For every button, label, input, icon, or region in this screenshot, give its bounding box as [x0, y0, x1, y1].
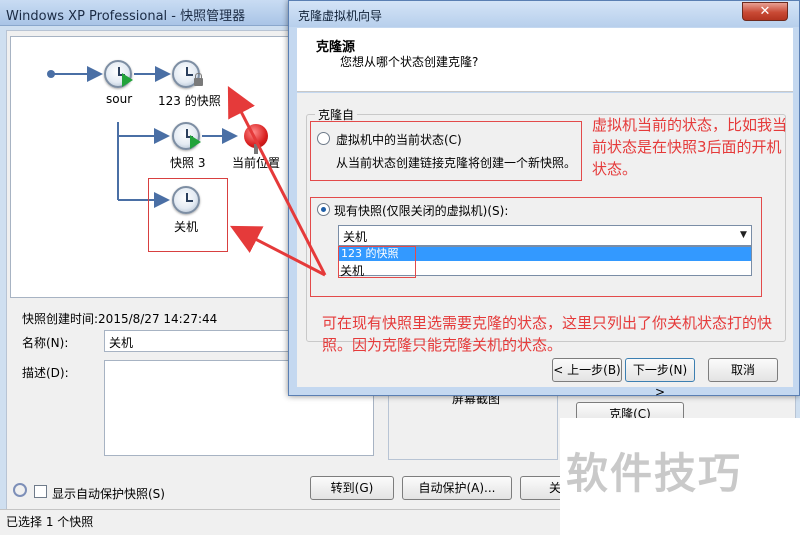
watermark-text: 软件技巧 [566, 449, 743, 498]
annotation-existing-snapshots: 可在现有快照里选需要克隆的状态，这里只列出了你关机状态打的快照。因为克隆只能克隆… [322, 314, 773, 354]
annotation-current-state: 虚拟机当前的状态，比如我当前状态是在快照3后面的开机状态。 [592, 116, 788, 178]
